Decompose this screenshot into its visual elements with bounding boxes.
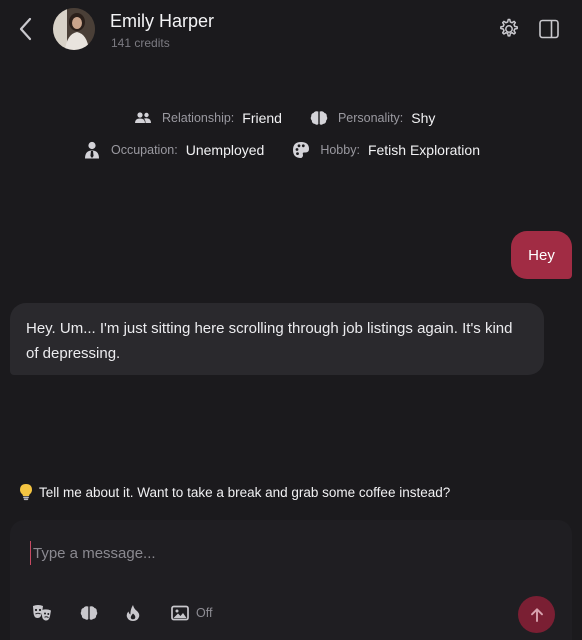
outgoing-message: Hey	[511, 231, 572, 279]
settings-button[interactable]	[497, 17, 521, 41]
brain-icon	[310, 109, 328, 127]
suggestion-text: Tell me about it. Want to take a break a…	[39, 484, 451, 500]
occupation-value: Unemployed	[185, 142, 265, 158]
personality-value: Shy	[411, 110, 436, 126]
image-generation-toggle[interactable]	[169, 603, 191, 623]
chevron-left-icon	[19, 17, 32, 41]
occupation-label: Occupation:	[111, 143, 178, 157]
sidebar-toggle-icon	[539, 19, 559, 39]
palette-icon	[292, 141, 310, 159]
credits-count: 141 credits	[111, 36, 170, 50]
side-panel-button[interactable]	[537, 17, 561, 41]
character-name: Emily Harper	[110, 11, 215, 31]
image-icon	[171, 605, 189, 621]
trait-occupation: Occupation: Unemployed	[83, 141, 264, 159]
trait-relationship: Relationship: Friend	[134, 109, 282, 127]
spicy-mode-button[interactable]	[122, 603, 144, 623]
flame-icon	[126, 605, 140, 621]
avatar[interactable]	[53, 8, 95, 50]
message-composer: Off	[10, 520, 572, 640]
brain-icon	[80, 606, 98, 620]
personality-button[interactable]	[78, 603, 100, 623]
send-button[interactable]	[518, 596, 555, 633]
user-tie-icon	[83, 141, 101, 159]
message-input[interactable]	[30, 541, 500, 565]
relationship-value: Friend	[242, 110, 282, 126]
theater-masks-icon	[33, 605, 51, 621]
reply-suggestion[interactable]: Tell me about it. Want to take a break a…	[19, 483, 450, 501]
chat-header: Emily Harper 141 credits	[0, 0, 582, 58]
hobby-label: Hobby:	[320, 143, 360, 157]
incoming-message: Hey. Um... I'm just sitting here scrolli…	[10, 303, 544, 375]
trait-personality: Personality: Shy	[310, 109, 435, 127]
gear-icon	[500, 18, 518, 37]
arrow-up-icon	[530, 607, 543, 622]
image-toggle-state: Off	[196, 606, 213, 620]
personality-label: Personality:	[337, 111, 404, 125]
roleplay-button[interactable]	[31, 603, 53, 623]
hobby-value: Fetish Exploration	[367, 142, 480, 158]
lightbulb-icon	[19, 483, 33, 501]
people-icon	[134, 109, 152, 127]
trait-hobby: Hobby: Fetish Exploration	[292, 141, 480, 159]
relationship-label: Relationship:	[162, 111, 235, 125]
back-button[interactable]	[14, 16, 36, 42]
